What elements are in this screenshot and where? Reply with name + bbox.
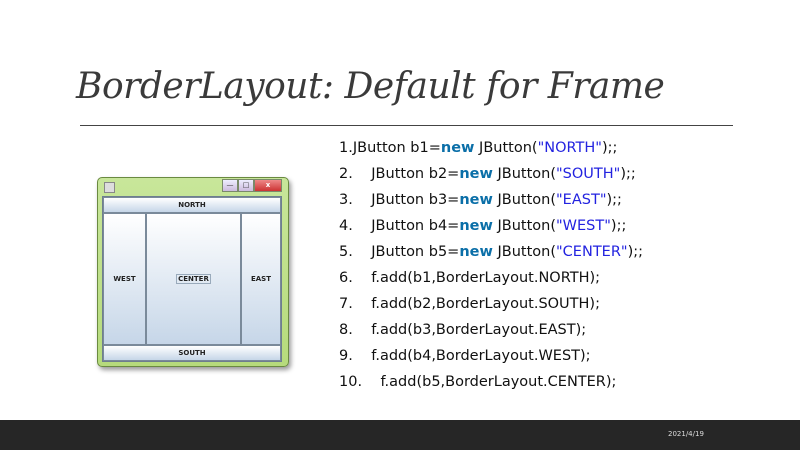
code-line: 1.JButton b1=new JButton("NORTH");; [339, 137, 643, 163]
code-pre: f.add(b2,BorderLayout.SOUTH); [371, 296, 600, 312]
code-line: 4. JButton b4=new JButton("WEST");; [339, 215, 643, 241]
code-str: "SOUTH" [556, 166, 621, 182]
north-button: NORTH [103, 197, 281, 213]
code-num: 2. [339, 166, 353, 182]
maximize-icon: □ [238, 179, 254, 192]
code-kw: new [459, 166, 493, 182]
code-num: 9. [339, 348, 353, 364]
code-line: 8. f.add(b3,BorderLayout.EAST); [339, 319, 643, 345]
south-button: SOUTH [103, 345, 281, 361]
code-pre: JButton b2= [371, 166, 460, 182]
code-num: 4. [339, 218, 353, 234]
close-icon: x [254, 179, 282, 192]
code-pre: f.add(b3,BorderLayout.EAST); [371, 322, 587, 338]
code-num: 7. [339, 296, 353, 312]
slide-title: BorderLayout: Default for Frame [76, 66, 665, 107]
code-num: 10. [339, 374, 363, 390]
code-num: 3. [339, 192, 353, 208]
code-post: );; [627, 244, 644, 260]
jframe-screenshot: — □ x NORTH WEST CENTER EAST SOUTH [97, 177, 289, 367]
code-line: 5. JButton b5=new JButton("CENTER");; [339, 241, 643, 267]
code-num: 1. [339, 140, 353, 156]
code-str: "CENTER" [556, 244, 628, 260]
minimize-icon: — [222, 179, 238, 192]
code-mid: JButton( [492, 244, 557, 260]
footer-date: 2021/4/19 [668, 430, 704, 438]
code-mid: JButton( [492, 166, 557, 182]
east-button: EAST [241, 213, 281, 345]
code-line: 2. JButton b2=new JButton("SOUTH");; [339, 163, 643, 189]
code-mid: JButton( [474, 140, 538, 156]
code-str: "EAST" [556, 192, 607, 208]
code-post: );; [620, 166, 636, 182]
code-num: 5. [339, 244, 353, 260]
code-line: 3. JButton b3=new JButton("EAST");; [339, 189, 643, 215]
frame-content: NORTH WEST CENTER EAST SOUTH [102, 196, 282, 362]
java-app-icon [104, 182, 115, 193]
code-kw: new [459, 218, 493, 234]
code-line: 6. f.add(b1,BorderLayout.NORTH); [339, 267, 643, 293]
code-listing: 1.JButton b1=new JButton("NORTH");; 2. JB… [339, 137, 643, 397]
code-line: 7. f.add(b2,BorderLayout.SOUTH); [339, 293, 643, 319]
code-kw: new [459, 244, 493, 260]
code-pre: JButton b5= [371, 244, 460, 260]
code-mid: JButton( [492, 192, 557, 208]
title-divider [80, 125, 733, 126]
code-pre: f.add(b1,BorderLayout.NORTH); [371, 270, 601, 286]
code-pre: JButton b4= [371, 218, 460, 234]
code-line: 9. f.add(b4,BorderLayout.WEST); [339, 345, 643, 371]
code-pre: JButton b1= [352, 140, 441, 156]
code-num: 8. [339, 322, 353, 338]
center-button: CENTER [146, 213, 241, 345]
code-mid: JButton( [492, 218, 557, 234]
code-post: );; [610, 218, 627, 234]
window-controls: — □ x [222, 179, 282, 192]
code-pre: f.add(b5,BorderLayout.CENTER); [380, 374, 617, 390]
code-pre: JButton b3= [371, 192, 460, 208]
slide-footer: 2021/4/19 [0, 420, 800, 450]
code-post: );; [601, 140, 618, 156]
code-kw: new [440, 140, 475, 156]
code-pre: f.add(b4,BorderLayout.WEST); [371, 348, 591, 364]
code-line: 10. f.add(b5,BorderLayout.CENTER); [339, 371, 643, 397]
code-kw: new [459, 192, 493, 208]
code-str: "NORTH" [537, 140, 602, 156]
code-num: 6. [339, 270, 353, 286]
center-label: CENTER [176, 274, 211, 284]
code-post: );; [606, 192, 622, 208]
code-str: "WEST" [556, 218, 611, 234]
west-button: WEST [103, 213, 146, 345]
